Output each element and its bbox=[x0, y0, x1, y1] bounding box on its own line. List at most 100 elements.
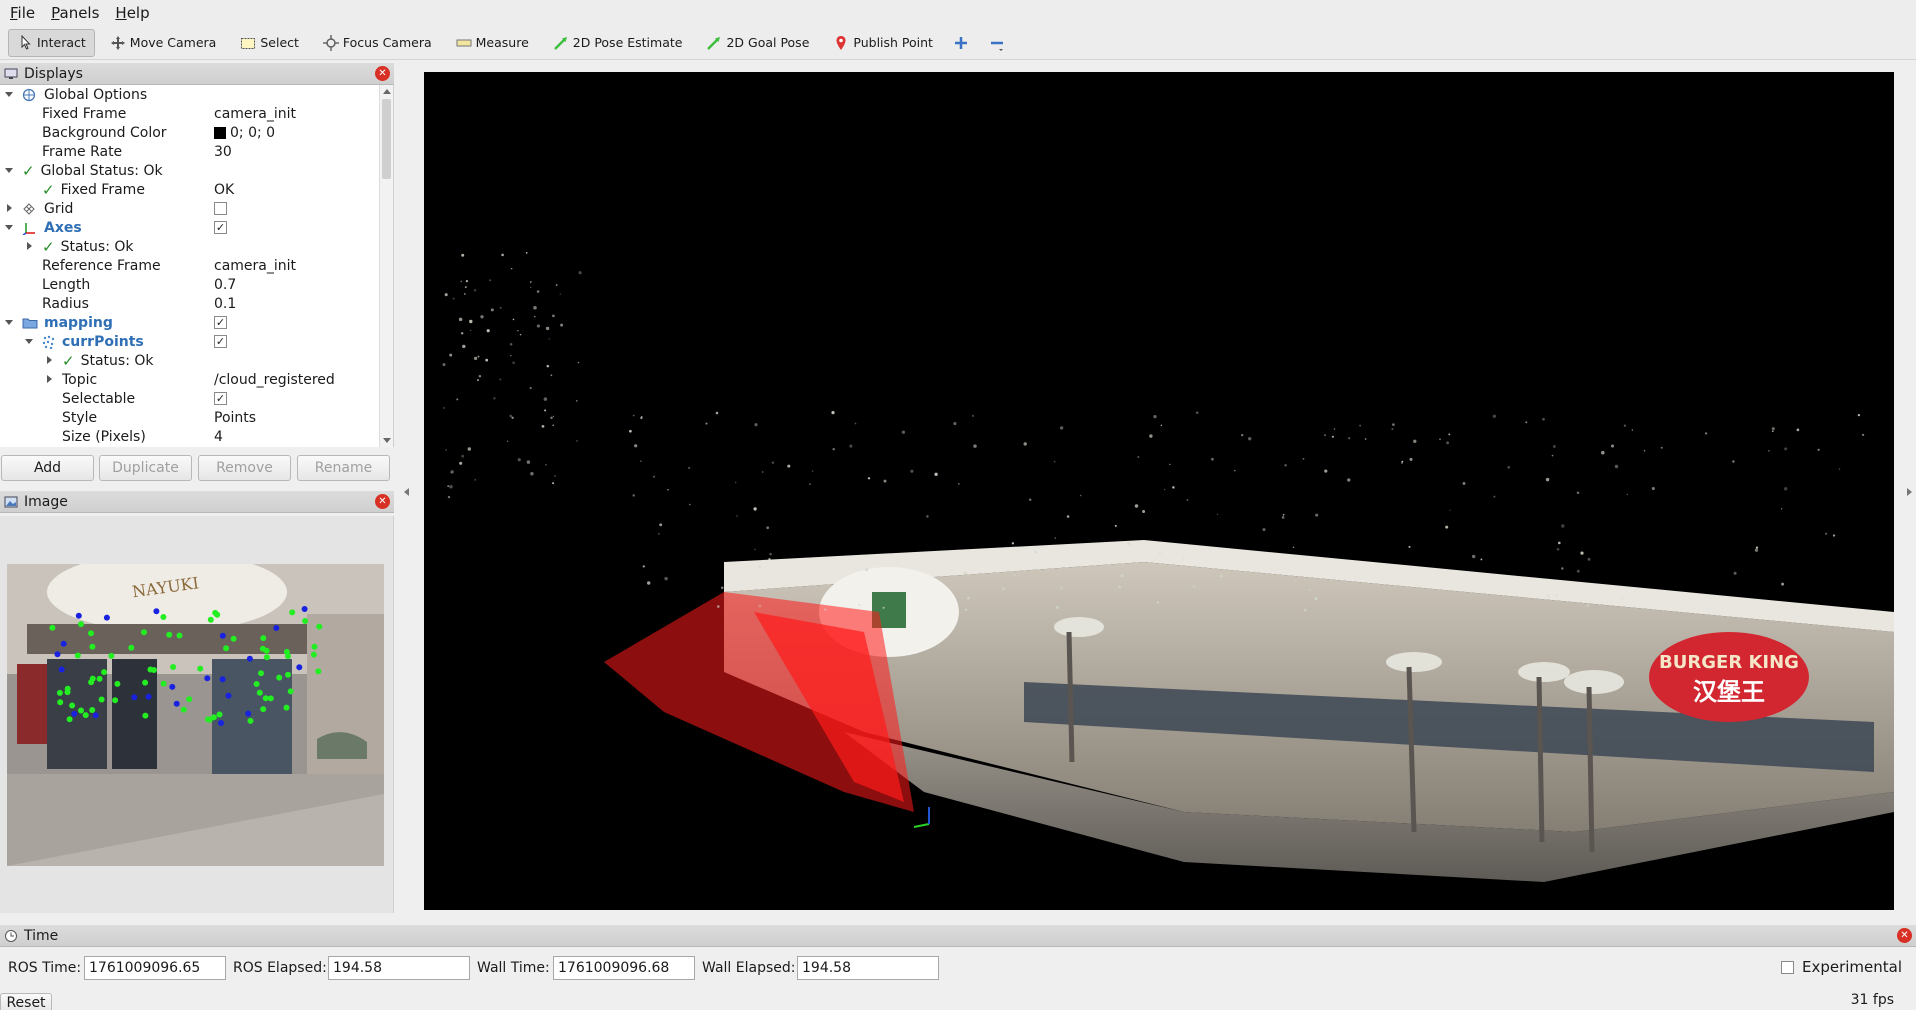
menu-panels[interactable]: Panels bbox=[45, 4, 105, 22]
remove-tool-button[interactable] bbox=[984, 29, 1014, 57]
close-icon[interactable]: ✕ bbox=[375, 494, 390, 509]
currpoints-enabled-checkbox[interactable]: ✓ bbox=[214, 335, 227, 348]
grid-enabled-checkbox[interactable] bbox=[214, 202, 227, 215]
color-swatch bbox=[214, 126, 226, 139]
tool-bar: Interact Move Camera Select Focus Camera… bbox=[0, 26, 1916, 60]
experimental-checkbox[interactable] bbox=[1780, 960, 1794, 974]
tree-label: Global Status: Ok bbox=[40, 162, 163, 179]
tree-row-selectable[interactable]: Selectable ✓ bbox=[0, 389, 378, 408]
tree-row-radius[interactable]: Radius 0.1 bbox=[0, 294, 378, 313]
tree-row-axes[interactable]: Axes ✓ bbox=[0, 218, 378, 237]
tree-row-background-color[interactable]: Background Color 0; 0; 0 bbox=[0, 123, 378, 142]
ros-time-label: ROS Time: bbox=[8, 960, 82, 976]
tree-label: Fixed Frame bbox=[42, 105, 127, 122]
tool-select[interactable]: Select bbox=[231, 29, 308, 57]
fixed-frame-value[interactable]: camera_init bbox=[214, 106, 296, 122]
duplicate-display-button[interactable]: Duplicate bbox=[99, 455, 192, 481]
selectable-checkbox[interactable]: ✓ bbox=[214, 392, 227, 405]
tree-row-reference-frame[interactable]: Reference Frame camera_init bbox=[0, 256, 378, 275]
tree-row-size-pixels[interactable]: Size (Pixels) 4 bbox=[0, 427, 378, 446]
expand-arrow-icon[interactable] bbox=[47, 356, 52, 364]
frame-rate-value[interactable]: 30 bbox=[214, 144, 232, 160]
style-value[interactable]: Points bbox=[214, 410, 256, 426]
collapse-arrow-icon[interactable] bbox=[5, 92, 13, 97]
rename-display-button[interactable]: Rename bbox=[297, 455, 390, 481]
tree-row-style[interactable]: Style Points bbox=[0, 408, 378, 427]
axes-enabled-checkbox[interactable]: ✓ bbox=[214, 221, 227, 234]
tool-publish-point[interactable]: Publish Point bbox=[824, 29, 942, 57]
mapping-enabled-checkbox[interactable]: ✓ bbox=[214, 316, 227, 329]
render-view-3d[interactable]: BURGER KING 汉堡王 bbox=[424, 72, 1894, 910]
tool-select-label: Select bbox=[260, 35, 299, 50]
collapse-arrow-icon[interactable] bbox=[5, 225, 13, 230]
background-color-field[interactable]: 0; 0; 0 bbox=[214, 125, 275, 141]
image-panel: NAYUKI bbox=[0, 516, 394, 913]
scroll-down-icon[interactable] bbox=[383, 438, 391, 443]
tree-row-currpoints[interactable]: currPoints ✓ bbox=[0, 332, 378, 351]
tree-row-global-status[interactable]: ✓ Global Status: Ok bbox=[0, 161, 378, 180]
ros-elapsed-field[interactable] bbox=[328, 956, 470, 980]
topic-value[interactable]: /cloud_registered bbox=[214, 372, 335, 388]
tool-2d-goal-pose[interactable]: 2D Goal Pose bbox=[697, 29, 818, 57]
tree-row-axes-status[interactable]: ✓ Status: Ok bbox=[0, 237, 378, 256]
goal-arrow-icon bbox=[706, 35, 722, 51]
splitter-right-arrow-icon[interactable] bbox=[1907, 488, 1912, 496]
tree-row-grid[interactable]: Grid bbox=[0, 199, 378, 218]
radius-value[interactable]: 0.1 bbox=[214, 296, 236, 312]
tree-row-fixed-frame[interactable]: Fixed Frame camera_init bbox=[0, 104, 378, 123]
close-icon[interactable]: ✕ bbox=[1897, 928, 1912, 943]
folder-icon bbox=[22, 316, 38, 330]
tool-focus-camera-label: Focus Camera bbox=[342, 35, 432, 50]
splitter-left-arrow-icon[interactable] bbox=[404, 488, 409, 496]
tree-row-topic[interactable]: Topic /cloud_registered bbox=[0, 370, 378, 389]
experimental-toggle[interactable]: Experimental bbox=[1780, 958, 1902, 976]
menu-file[interactable]: File bbox=[4, 4, 41, 22]
tool-focus-camera[interactable]: Focus Camera bbox=[314, 29, 441, 57]
tool-2d-pose-estimate[interactable]: 2D Pose Estimate bbox=[544, 29, 692, 57]
fps-counter: 31 fps bbox=[1850, 992, 1894, 1008]
tool-interact[interactable]: Interact bbox=[8, 28, 95, 57]
expand-arrow-icon[interactable] bbox=[27, 242, 32, 250]
add-display-button[interactable]: Add bbox=[1, 455, 94, 481]
time-title: Time bbox=[24, 927, 59, 944]
move-camera-icon bbox=[110, 35, 126, 51]
reset-button[interactable]: Reset bbox=[0, 993, 52, 1010]
wall-elapsed-label: Wall Elapsed: bbox=[702, 960, 796, 976]
displays-scrollbar[interactable] bbox=[379, 85, 393, 447]
expand-arrow-icon[interactable] bbox=[47, 375, 52, 383]
scroll-up-icon[interactable] bbox=[383, 89, 391, 94]
tree-row-currpoints-status[interactable]: ✓ Status: Ok bbox=[0, 351, 378, 370]
focus-camera-icon bbox=[322, 34, 339, 51]
ros-time-field[interactable] bbox=[84, 956, 226, 980]
remove-display-button[interactable]: Remove bbox=[198, 455, 291, 481]
tree-row-length[interactable]: Length 0.7 bbox=[0, 275, 378, 294]
collapse-arrow-icon[interactable] bbox=[5, 320, 13, 325]
tree-row-frame-rate[interactable]: Frame Rate 30 bbox=[0, 142, 378, 161]
collapse-arrow-icon[interactable] bbox=[5, 168, 13, 173]
wall-time-label: Wall Time: bbox=[477, 960, 550, 976]
pose-arrow-icon bbox=[553, 35, 569, 51]
tree-row-mapping[interactable]: mapping ✓ bbox=[0, 313, 378, 332]
tool-measure[interactable]: Measure bbox=[447, 29, 538, 57]
wall-elapsed-field[interactable] bbox=[797, 956, 939, 980]
length-value[interactable]: 0.7 bbox=[214, 277, 236, 293]
image-panel-header: Image ✕ bbox=[0, 491, 394, 513]
tree-row-fixed-frame-status[interactable]: ✓ Fixed Frame OK bbox=[0, 180, 378, 199]
tool-publish-point-label: Publish Point bbox=[853, 35, 933, 50]
add-tool-button[interactable] bbox=[948, 29, 978, 57]
close-icon[interactable]: ✕ bbox=[375, 66, 390, 81]
expand-arrow-icon[interactable] bbox=[7, 204, 12, 212]
tree-label: Axes bbox=[44, 219, 82, 236]
menu-help[interactable]: Help bbox=[109, 4, 155, 22]
tree-row-global-options[interactable]: Global Options bbox=[0, 85, 378, 104]
collapse-arrow-icon[interactable] bbox=[25, 339, 33, 344]
size-pixels-value[interactable]: 4 bbox=[214, 429, 223, 445]
pointcloud-icon bbox=[42, 335, 56, 349]
tree-label: Grid bbox=[44, 200, 74, 217]
tool-move-camera[interactable]: Move Camera bbox=[101, 29, 226, 57]
tree-label: Reference Frame bbox=[42, 257, 161, 274]
reference-frame-value[interactable]: camera_init bbox=[214, 258, 296, 274]
clock-icon bbox=[4, 929, 18, 943]
wall-time-field[interactable] bbox=[553, 956, 695, 980]
scroll-thumb[interactable] bbox=[382, 99, 391, 179]
